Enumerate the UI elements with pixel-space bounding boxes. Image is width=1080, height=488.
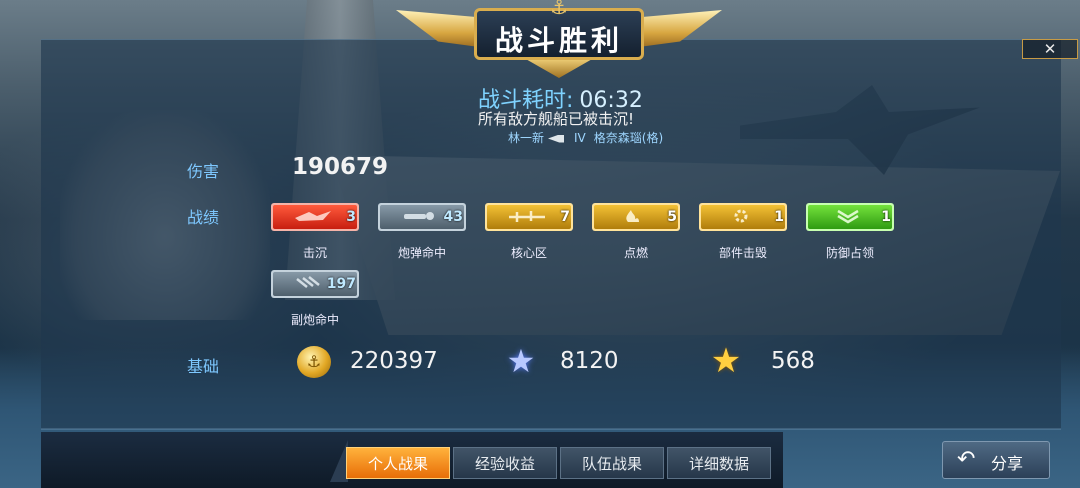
share-label: 分享 — [991, 454, 1024, 473]
captain-xp-value: 568 — [771, 348, 815, 374]
medal-module-destroyed[interactable]: 1 — [699, 203, 787, 231]
medal-name: 部件击毁 — [718, 246, 767, 260]
damage-value: 190679 — [292, 154, 389, 180]
share-arrow-icon: ↶ — [957, 447, 976, 472]
medal-count: 3 — [346, 209, 356, 225]
medal-fire[interactable]: 5 — [592, 203, 680, 231]
medal-count: 1 — [881, 209, 891, 225]
sunk-message: 所有敌方舰船已被击沉! — [478, 110, 635, 128]
medal-secondary-hits[interactable]: 197 — [271, 270, 359, 298]
base-label: 基础 — [187, 357, 220, 376]
medal-count: 43 — [443, 209, 463, 225]
citadel-icon — [509, 211, 545, 222]
close-button[interactable]: ✕ — [1022, 39, 1078, 59]
anchor-icon: ⚓ — [550, 0, 568, 19]
medal-name: 副炮命中 — [290, 313, 339, 327]
damage-label: 伤害 — [187, 162, 220, 181]
chevron-down-icon — [837, 209, 859, 224]
tab-detailed-data[interactable]: 详细数据 — [667, 447, 771, 479]
credits-coin-icon: ⚓ — [297, 346, 331, 378]
medal-name: 核心区 — [510, 246, 547, 260]
medal-name: 防御占领 — [825, 246, 874, 260]
tab-personal-results[interactable]: 个人战果 — [346, 447, 450, 479]
medal-sunk[interactable]: 3 — [271, 203, 359, 231]
captain-xp-star-icon: ★ — [710, 341, 742, 381]
close-icon: ✕ — [1043, 40, 1057, 58]
medal-shell-hits[interactable]: 43 — [378, 203, 466, 231]
tab-experience[interactable]: 经验收益 — [453, 447, 557, 479]
anchor-base-icon — [524, 58, 594, 78]
gear-icon — [734, 209, 748, 223]
medal-count: 1 — [774, 209, 784, 225]
torpedo-kill-icon — [548, 134, 565, 143]
medal-name: 炮弹命中 — [397, 246, 446, 260]
medal-count: 7 — [560, 209, 570, 225]
medal-defense-capture[interactable]: 1 — [806, 203, 894, 231]
medal-citadel[interactable]: 7 — [485, 203, 573, 231]
free-xp-star-icon: ★ — [506, 342, 536, 380]
target-tier: IV — [574, 131, 586, 145]
kill-feed: 林一新 IV 格奈森瑙(格) — [508, 129, 663, 146]
sinker-player: 林一新 — [508, 131, 545, 145]
shell-hit-icon — [404, 212, 434, 220]
tab-team-results[interactable]: 队伍战果 — [560, 447, 664, 479]
medals-label: 战绩 — [187, 208, 220, 227]
victory-title: 战斗胜利 — [494, 24, 623, 57]
free-xp-value: 8120 — [560, 348, 619, 374]
medal-count: 5 — [667, 209, 677, 225]
fire-icon — [626, 210, 639, 222]
target-ship: 格奈森瑙(格) — [593, 131, 664, 145]
panel-divider — [41, 428, 1061, 430]
medal-name: 点燃 — [623, 246, 648, 260]
medal-name: 击沉 — [302, 246, 327, 260]
credits-value: 220397 — [350, 348, 438, 374]
victory-emblem: 战斗胜利 ⚓ — [396, 0, 722, 80]
ship-sunk-icon — [295, 211, 331, 221]
share-button[interactable]: ↶ 分享 — [942, 441, 1050, 479]
medal-count: 197 — [326, 276, 356, 292]
